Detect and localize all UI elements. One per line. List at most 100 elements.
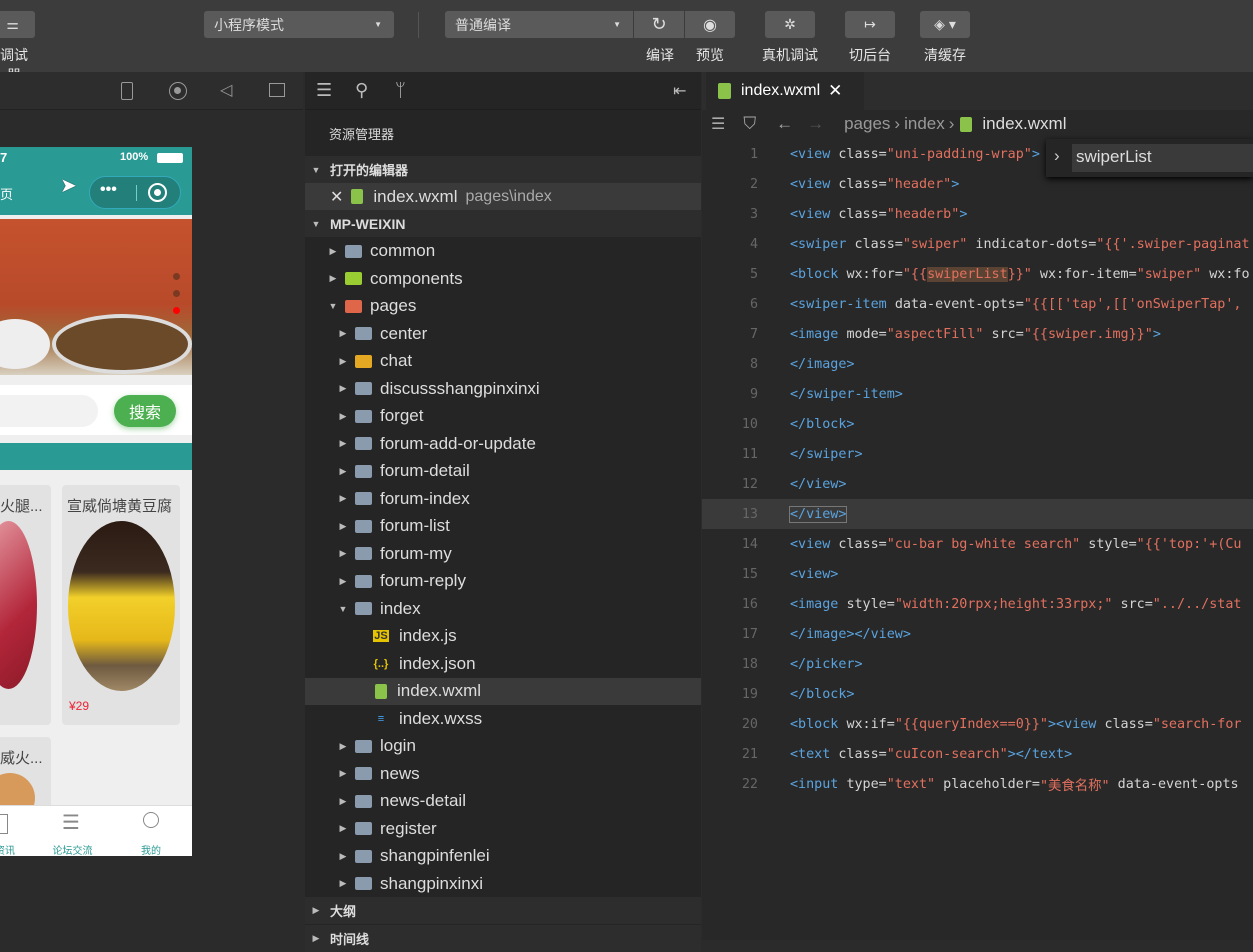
code-line[interactable]: 14 <view class= "cu-bar bg-white search" s… (702, 529, 1253, 559)
code-token: class= (838, 146, 887, 162)
more-icon[interactable]: ••• (100, 181, 117, 199)
tree-item[interactable]: ▶ forum-my (305, 540, 701, 567)
code-line[interactable]: 21 <text class= "cuIcon-search" ></text> (702, 739, 1253, 769)
code-line[interactable]: 3 <view class= "headerb" > (702, 199, 1253, 229)
breadcrumb-item[interactable]: index.wxml (982, 114, 1066, 134)
tree-item[interactable]: ▶ forum-list (305, 513, 701, 540)
mode-select[interactable]: 小程序模式 ▼ (204, 11, 394, 38)
code-line[interactable]: 15 <view> (702, 559, 1253, 589)
open-editor-item[interactable]: ✕ index.wxml pages\index (305, 183, 701, 210)
tree-item[interactable]: ▼ pages (305, 293, 701, 320)
tree-item[interactable]: ▶ forum-index (305, 485, 701, 512)
tree-item[interactable]: ▶ forum-add-or-update (305, 430, 701, 457)
tree-item[interactable]: ▼ index (305, 595, 701, 622)
code-token: class= (838, 746, 887, 762)
code-token: > (951, 176, 960, 192)
compile-button[interactable]: ↻ (634, 11, 684, 38)
tree-item[interactable]: ▶ common (305, 238, 701, 265)
product-card[interactable]: 火腿... (0, 485, 51, 725)
tree-item[interactable]: ▶ shangpinxinxi (305, 870, 701, 897)
branch-icon[interactable]: ᛘ (395, 80, 406, 101)
forward-arrow-icon[interactable]: → (807, 114, 824, 134)
code-line[interactable]: 18 </picker> (702, 649, 1253, 679)
tree-item-label: forum-index (380, 488, 470, 508)
code-line[interactable]: 5 <block wx:for= "{{swiperList}}" wx:for-i… (702, 259, 1253, 289)
code-line[interactable]: 16 <image style= "width:20rpx;height:33rpx… (702, 589, 1253, 619)
tree-item[interactable]: ▶ news-detail (305, 788, 701, 815)
code-line[interactable]: 17 </image></view> (702, 619, 1253, 649)
tree-item[interactable]: index.wxml (305, 677, 701, 705)
swiper-dot[interactable] (173, 273, 180, 280)
code-line[interactable]: 10 </block> (702, 409, 1253, 439)
tree-item[interactable]: ▶ news (305, 760, 701, 787)
close-icon[interactable]: ✕ (828, 81, 842, 101)
tree-item[interactable]: ▶ login (305, 733, 701, 760)
code-line[interactable]: 22 <input type= "text" placeholder= "美食名称" … (702, 769, 1253, 799)
section-timeline[interactable]: ▶ 时间线 (305, 925, 701, 952)
code-line[interactable]: 19 </block> (702, 679, 1253, 709)
breadcrumb-item[interactable]: index (904, 114, 945, 134)
search-input[interactable] (0, 395, 98, 427)
code-line[interactable]: 7 <image mode= "aspectFill" src= "{{swiper.… (702, 319, 1253, 349)
device-icon[interactable] (121, 82, 133, 100)
list-icon[interactable]: ☰ (316, 80, 332, 101)
product-card[interactable]: 宣威倘塘黄豆腐 ¥29 (62, 485, 180, 725)
collapse-panel-icon[interactable]: ⇤ (673, 81, 686, 101)
back-arrow-icon[interactable]: ← (776, 114, 793, 134)
code-line[interactable]: 13 </view> (702, 499, 1253, 529)
find-input[interactable]: swiperList (1072, 144, 1253, 172)
breadcrumb-item[interactable]: pages (844, 114, 890, 134)
tab-news[interactable]: 资讯 (0, 806, 30, 856)
search-button[interactable]: 搜索 (114, 395, 176, 427)
tab-forum[interactable]: ☰ 论坛交流 (45, 806, 100, 856)
tree-item[interactable]: ▶ forget (305, 403, 701, 430)
tree-item[interactable]: JS index.js (305, 623, 701, 650)
new-window-icon[interactable] (269, 83, 285, 97)
folder-icon (355, 877, 372, 891)
swiper-dot-active[interactable] (173, 307, 180, 314)
preview-button[interactable]: ◉ (685, 11, 735, 38)
code-line[interactable]: 6 <swiper-item data-event-opts= "{{[['tap'… (702, 289, 1253, 319)
close-miniprogram-icon[interactable] (148, 183, 167, 202)
tree-item-label: forget (380, 406, 424, 426)
background-button[interactable]: ↦ (845, 11, 895, 38)
code-line[interactable]: 9 </swiper-item> (702, 379, 1253, 409)
tree-item[interactable]: ≡ index.wxss (305, 705, 701, 732)
section-project[interactable]: ▼ MP-WEIXIN (305, 210, 701, 237)
swiper-dot[interactable] (173, 290, 180, 297)
search-icon[interactable]: ⚲ (355, 80, 368, 101)
tree-item[interactable]: ▶ discussshangpinxinxi (305, 375, 701, 402)
debugger-button[interactable]: ⚌ (0, 11, 35, 38)
tree-item[interactable]: ▶ forum-detail (305, 458, 701, 485)
code-line[interactable]: 20 <block wx:if= "{{queryIndex==0}}" ><view… (702, 709, 1253, 739)
code-line[interactable]: 8 </image> (702, 349, 1253, 379)
section-outline[interactable]: ▶ 大纲 (305, 897, 701, 924)
tree-item[interactable]: {..} index.json (305, 650, 701, 677)
section-open-editors[interactable]: ▼ 打开的编辑器 (305, 156, 701, 183)
swiper-banner[interactable] (0, 219, 192, 375)
tree-item[interactable]: ▶ center (305, 320, 701, 347)
compile-mode-select[interactable]: 普通编译 ▼ (445, 11, 633, 38)
volume-icon[interactable]: ◁ (220, 80, 232, 100)
line-number: 10 (741, 416, 758, 432)
remote-debug-button[interactable]: ✲ (765, 11, 815, 38)
list-icon[interactable]: ☰ (711, 114, 725, 134)
tree-item[interactable]: ▶ shangpinfenlei (305, 843, 701, 870)
code-area[interactable]: 1 <view class= "uni-padding-wrap" >2 <view c… (702, 138, 1253, 940)
tab-index-wxml[interactable]: index.wxml ✕ (706, 72, 864, 110)
code-line[interactable]: 11 </swiper> (702, 439, 1253, 469)
background-label: 切后台 (849, 47, 891, 63)
tree-item[interactable]: ▶ components (305, 265, 701, 292)
tab-mine[interactable]: 我的 (128, 806, 174, 856)
bookmark-icon[interactable]: ⛉ (743, 114, 756, 134)
code-line[interactable]: 4 <swiper class= "swiper" indicator-dots= "… (702, 229, 1253, 259)
tree-item[interactable]: ▶ forum-reply (305, 568, 701, 595)
capsule-menu[interactable]: ••• (89, 176, 181, 209)
tree-item[interactable]: ▶ chat (305, 348, 701, 375)
close-icon[interactable]: ✕ (330, 187, 343, 207)
chevron-right-icon[interactable]: › (1054, 146, 1060, 166)
code-line[interactable]: 12 </view> (702, 469, 1253, 499)
tree-item[interactable]: ▶ register (305, 815, 701, 842)
record-icon[interactable] (169, 82, 187, 100)
clear-cache-button[interactable]: ◈ ▾ (920, 11, 970, 38)
